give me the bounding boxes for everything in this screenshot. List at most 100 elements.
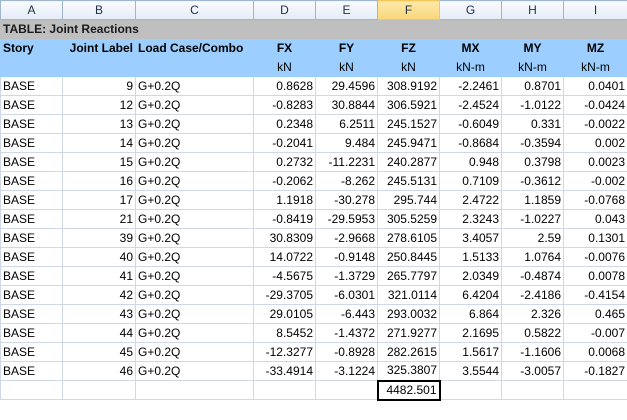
cell[interactable]: 0.002 — [563, 133, 627, 153]
cell[interactable]: G+0.2Q — [135, 228, 254, 248]
header-my[interactable]: MY — [501, 38, 564, 58]
cell[interactable]: 30.8309 — [253, 228, 316, 248]
cell[interactable]: 43 — [62, 304, 136, 324]
empty-cell[interactable] — [439, 380, 502, 400]
cell[interactable]: 21 — [62, 209, 136, 229]
cell[interactable]: 2.4722 — [439, 190, 502, 210]
column-header-i[interactable]: I — [563, 0, 627, 20]
cell[interactable]: -3.0057 — [501, 361, 564, 381]
cell[interactable]: 15 — [62, 152, 136, 172]
cell[interactable]: G+0.2Q — [135, 361, 254, 381]
cell[interactable]: 282.2615 — [377, 342, 440, 362]
cell[interactable]: G+0.2Q — [135, 95, 254, 115]
cell[interactable]: 306.5921 — [377, 95, 440, 115]
cell[interactable]: 0.331 — [501, 114, 564, 134]
empty-cell[interactable] — [563, 380, 627, 400]
cell[interactable]: 250.8445 — [377, 247, 440, 267]
cell[interactable]: -6.0301 — [315, 285, 378, 305]
column-header-d[interactable]: D — [253, 0, 316, 20]
cell[interactable]: 2.0349 — [439, 266, 502, 286]
cell[interactable]: 6.864 — [439, 304, 502, 324]
cell[interactable]: -0.4874 — [501, 266, 564, 286]
cell[interactable]: BASE — [0, 266, 63, 286]
cell[interactable]: -1.4372 — [315, 323, 378, 343]
cell[interactable]: 0.5822 — [501, 323, 564, 343]
cell[interactable]: -2.4524 — [439, 95, 502, 115]
cell[interactable]: -0.002 — [563, 171, 627, 191]
cell[interactable]: 305.5259 — [377, 209, 440, 229]
cell[interactable]: -3.1224 — [315, 361, 378, 381]
cell[interactable]: 39 — [62, 228, 136, 248]
cell[interactable]: 245.1527 — [377, 114, 440, 134]
cell[interactable]: -0.2041 — [253, 133, 316, 153]
cell[interactable]: -33.4914 — [253, 361, 316, 381]
cell[interactable]: BASE — [0, 190, 63, 210]
cell[interactable]: -0.0076 — [563, 247, 627, 267]
cell[interactable]: 0.8701 — [501, 76, 564, 96]
cell[interactable]: -0.8928 — [315, 342, 378, 362]
table-title[interactable]: TABLE: Joint Reactions — [0, 19, 627, 39]
cell[interactable]: -4.5675 — [253, 266, 316, 286]
empty-cell[interactable] — [501, 380, 564, 400]
cell[interactable]: G+0.2Q — [135, 247, 254, 267]
unit-cell[interactable]: kN-m — [439, 57, 502, 77]
cell[interactable]: 0.2732 — [253, 152, 316, 172]
cell[interactable]: -0.8283 — [253, 95, 316, 115]
empty-cell[interactable] — [135, 380, 254, 400]
cell[interactable]: BASE — [0, 95, 63, 115]
cell[interactable]: 16 — [62, 171, 136, 191]
cell[interactable]: -0.4154 — [563, 285, 627, 305]
cell[interactable]: 29.4596 — [315, 76, 378, 96]
cell[interactable]: 6.4204 — [439, 285, 502, 305]
cell[interactable]: 42 — [62, 285, 136, 305]
cell[interactable]: -1.1606 — [501, 342, 564, 362]
column-header-h[interactable]: H — [501, 0, 564, 20]
cell[interactable]: 0.948 — [439, 152, 502, 172]
cell[interactable]: BASE — [0, 361, 63, 381]
column-header-a[interactable]: A — [0, 0, 63, 20]
cell[interactable]: -0.3594 — [501, 133, 564, 153]
cell[interactable]: 293.0032 — [377, 304, 440, 324]
cell[interactable]: 0.043 — [563, 209, 627, 229]
cell[interactable]: G+0.2Q — [135, 114, 254, 134]
cell[interactable]: 9.484 — [315, 133, 378, 153]
cell[interactable]: 278.6105 — [377, 228, 440, 248]
cell[interactable]: 2.1695 — [439, 323, 502, 343]
cell[interactable]: 14.0722 — [253, 247, 316, 267]
cell[interactable]: -30.278 — [315, 190, 378, 210]
cell[interactable]: BASE — [0, 247, 63, 267]
cell[interactable]: 245.9471 — [377, 133, 440, 153]
empty-cell[interactable] — [253, 380, 316, 400]
cell[interactable]: G+0.2Q — [135, 76, 254, 96]
cell[interactable]: 1.1918 — [253, 190, 316, 210]
cell[interactable]: 13 — [62, 114, 136, 134]
cell[interactable]: 14 — [62, 133, 136, 153]
cell[interactable]: -0.6049 — [439, 114, 502, 134]
column-header-b[interactable]: B — [62, 0, 136, 20]
cell[interactable]: BASE — [0, 171, 63, 191]
cell[interactable]: 1.5617 — [439, 342, 502, 362]
cell[interactable]: 3.4057 — [439, 228, 502, 248]
unit-cell[interactable] — [0, 57, 63, 77]
cell[interactable]: -2.9668 — [315, 228, 378, 248]
column-header-g[interactable]: G — [439, 0, 502, 20]
cell[interactable]: 0.7109 — [439, 171, 502, 191]
unit-cell[interactable] — [62, 57, 136, 77]
cell[interactable]: -6.443 — [315, 304, 378, 324]
cell[interactable]: -0.8419 — [253, 209, 316, 229]
cell[interactable]: 2.59 — [501, 228, 564, 248]
cell[interactable]: 245.5131 — [377, 171, 440, 191]
cell[interactable]: 29.0105 — [253, 304, 316, 324]
cell[interactable]: 2.326 — [501, 304, 564, 324]
cell[interactable]: -0.007 — [563, 323, 627, 343]
cell[interactable]: 6.2511 — [315, 114, 378, 134]
cell[interactable]: 44 — [62, 323, 136, 343]
header-load-case-combo[interactable]: Load Case/Combo — [135, 38, 254, 58]
header-fx[interactable]: FX — [253, 38, 316, 58]
cell[interactable]: G+0.2Q — [135, 133, 254, 153]
cell[interactable]: -12.3277 — [253, 342, 316, 362]
cell[interactable]: -2.4186 — [501, 285, 564, 305]
cell[interactable]: -11.2231 — [315, 152, 378, 172]
cell[interactable]: G+0.2Q — [135, 304, 254, 324]
cell[interactable]: 0.0023 — [563, 152, 627, 172]
